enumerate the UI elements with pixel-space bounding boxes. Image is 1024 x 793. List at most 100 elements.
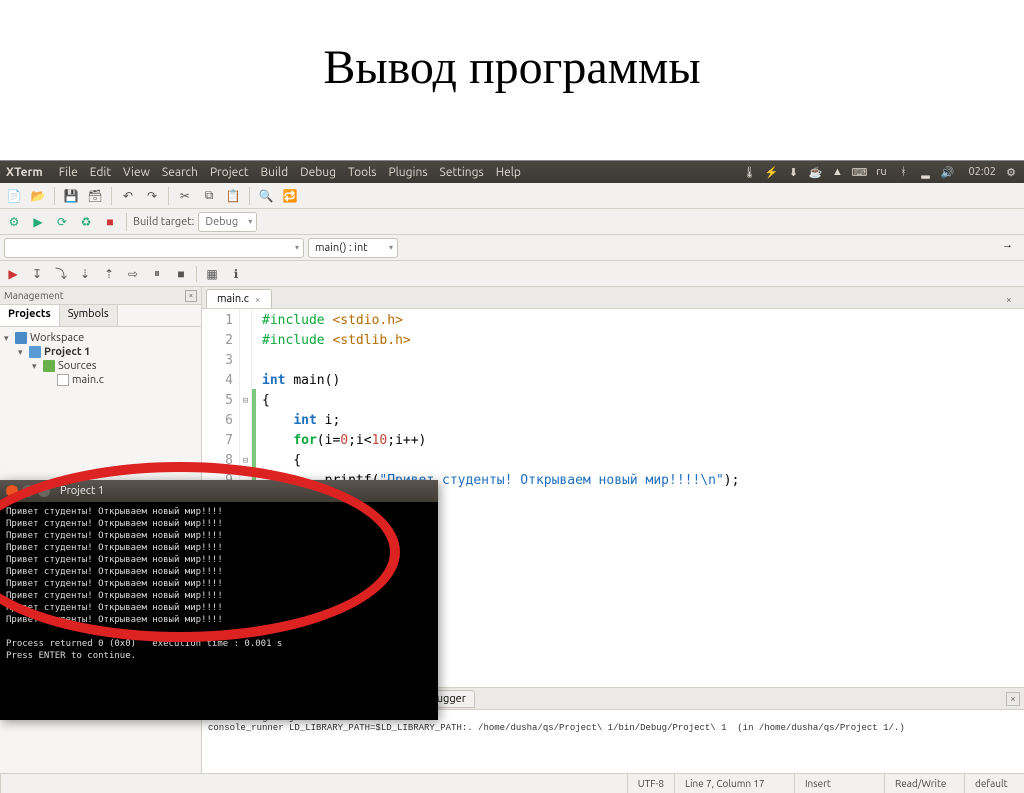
lang-indicator[interactable]: ru <box>874 165 888 179</box>
workspace-icon <box>15 332 27 344</box>
save-button[interactable]: 💾 <box>61 186 81 206</box>
copy-button[interactable]: ⧉ <box>199 186 219 206</box>
new-file-button[interactable]: 📄 <box>4 186 24 206</box>
terminal-window: Project 1 Привет студенты! Открываем нов… <box>0 480 438 720</box>
paste-button[interactable]: 📋 <box>223 186 243 206</box>
keyboard-icon[interactable]: ⌨ <box>852 165 866 179</box>
editor-tabs-close-button[interactable]: × <box>1006 294 1020 308</box>
tree-project-label: Project 1 <box>44 346 90 358</box>
terminal-title: Project 1 <box>60 485 104 497</box>
tree-file-label: main.c <box>72 374 104 386</box>
build-button[interactable]: ⚙ <box>4 212 24 232</box>
terminal-output[interactable]: Привет студенты! Открываем новый мир!!!!… <box>0 502 438 666</box>
menu-search[interactable]: Search <box>162 166 198 179</box>
run-to-cursor-button[interactable]: ↧ <box>28 265 46 283</box>
menu-view[interactable]: View <box>123 166 150 179</box>
temperature-icon[interactable]: 🌡 <box>742 165 756 179</box>
terminal-titlebar[interactable]: Project 1 <box>0 480 438 502</box>
project-tree: ▾ Workspace ▾ Project 1 ▾ Sources main.c <box>0 327 201 391</box>
tree-project[interactable]: ▾ Project 1 <box>4 345 197 359</box>
sidebar-tabs: Projects Symbols <box>0 305 201 327</box>
goto-button[interactable]: → <box>1002 239 1020 257</box>
menu-build[interactable]: Build <box>261 166 289 179</box>
tree-file-main[interactable]: main.c <box>4 373 197 387</box>
menu-plugins[interactable]: Plugins <box>388 166 427 179</box>
coffee-icon[interactable]: ☕ <box>808 165 822 179</box>
terminal-maximize-button[interactable] <box>38 485 50 497</box>
menu-tools[interactable]: Tools <box>348 166 377 179</box>
menu-settings[interactable]: Settings <box>440 166 484 179</box>
volume-icon[interactable]: 🔊 <box>940 165 954 179</box>
abort-button[interactable]: ■ <box>100 212 120 232</box>
tree-workspace-label: Workspace <box>30 332 84 344</box>
break-button[interactable]: ⏸ <box>148 265 166 283</box>
save-all-button[interactable]: 🗃 <box>85 186 105 206</box>
main-toolbar: 📄 📂 💾 🗃 ↶ ↷ ✂ ⧉ 📋 🔍 🔁 <box>0 183 1024 209</box>
status-position: Line 7, Column 17 <box>674 774 794 793</box>
run-button[interactable]: ▶ <box>28 212 48 232</box>
cut-button[interactable]: ✂ <box>175 186 195 206</box>
find-button[interactable]: 🔍 <box>256 186 276 206</box>
rebuild-button[interactable]: ♻ <box>76 212 96 232</box>
session-icon[interactable]: ⚙ <box>1004 165 1018 179</box>
next-instr-button[interactable]: ⇨ <box>124 265 142 283</box>
symbol-toolbar: main() : int → <box>0 235 1024 261</box>
symbol-combo[interactable]: main() : int <box>308 238 398 258</box>
scope-combo[interactable] <box>4 238 304 258</box>
clock[interactable]: 02:02 <box>968 166 996 178</box>
sources-icon <box>43 360 55 372</box>
slide-title: Вывод программы <box>0 0 1024 125</box>
main-menu: File Edit View Search Project Build Debu… <box>59 166 521 179</box>
file-icon <box>57 374 69 386</box>
updates-icon[interactable]: ▲ <box>830 165 844 179</box>
build-target-combo[interactable]: Debug <box>198 212 257 232</box>
debug-windows-button[interactable]: ▦ <box>203 265 221 283</box>
sidebar-close-button[interactable]: × <box>185 290 197 302</box>
tree-workspace[interactable]: ▾ Workspace <box>4 331 197 345</box>
bottom-panel-close-button[interactable]: × <box>1006 692 1020 706</box>
status-eol[interactable]: default <box>964 774 1024 793</box>
menu-edit[interactable]: Edit <box>90 166 111 179</box>
wifi-icon[interactable]: ▂ <box>918 165 932 179</box>
bluetooth-icon[interactable]: ᚼ <box>896 165 910 179</box>
step-over-button[interactable]: ⤵ <box>52 265 70 283</box>
sidebar-tab-projects[interactable]: Projects <box>0 305 60 326</box>
dropbox-icon[interactable]: ⬇ <box>786 165 800 179</box>
tree-sources-label: Sources <box>58 360 97 372</box>
menu-debug[interactable]: Debug <box>300 166 336 179</box>
debug-start-button[interactable]: ▶ <box>4 265 22 283</box>
sidebar-tab-symbols[interactable]: Symbols <box>60 305 118 326</box>
step-out-button[interactable]: ⇡ <box>100 265 118 283</box>
system-tray: 🌡 ⚡ ⬇ ☕ ▲ ⌨ ru ᚼ ▂ 🔊 02:02 ⚙ <box>742 165 1018 179</box>
editor-tab-label: main.c <box>217 293 249 305</box>
terminal-close-button[interactable] <box>6 485 18 497</box>
debug-toolbar: ▶ ↧ ⤵ ⇣ ⇡ ⇨ ⏸ ■ ▦ ℹ <box>0 261 1024 287</box>
stop-debug-button[interactable]: ■ <box>172 265 190 283</box>
undo-button[interactable]: ↶ <box>118 186 138 206</box>
info-button[interactable]: ℹ <box>227 265 245 283</box>
tree-sources[interactable]: ▾ Sources <box>4 359 197 373</box>
editor-tabs: main.c × × <box>202 287 1024 309</box>
window-titlebar: XTerm File Edit View Search Project Buil… <box>0 161 1024 183</box>
project-icon <box>29 346 41 358</box>
step-into-button[interactable]: ⇣ <box>76 265 94 283</box>
menu-help[interactable]: Help <box>496 166 521 179</box>
build-run-button[interactable]: ⟳ <box>52 212 72 232</box>
statusbar: UTF-8 Line 7, Column 17 Insert Read/Writ… <box>0 773 1024 793</box>
menu-project[interactable]: Project <box>210 166 249 179</box>
power-icon[interactable]: ⚡ <box>764 165 778 179</box>
replace-button[interactable]: 🔁 <box>280 186 300 206</box>
editor-tab-close-icon[interactable]: × <box>255 294 261 305</box>
redo-button[interactable]: ↷ <box>142 186 162 206</box>
status-message <box>0 774 627 793</box>
status-encoding[interactable]: UTF-8 <box>627 774 674 793</box>
build-target-label: Build target: <box>133 216 194 228</box>
status-rw: Read/Write <box>884 774 964 793</box>
status-mode[interactable]: Insert <box>794 774 884 793</box>
sidebar-title: Management <box>4 290 64 301</box>
open-button[interactable]: 📂 <box>28 186 48 206</box>
app-title: XTerm <box>6 166 43 179</box>
terminal-minimize-button[interactable] <box>22 485 34 497</box>
editor-tab-main[interactable]: main.c × <box>206 289 272 308</box>
menu-file[interactable]: File <box>59 166 78 179</box>
